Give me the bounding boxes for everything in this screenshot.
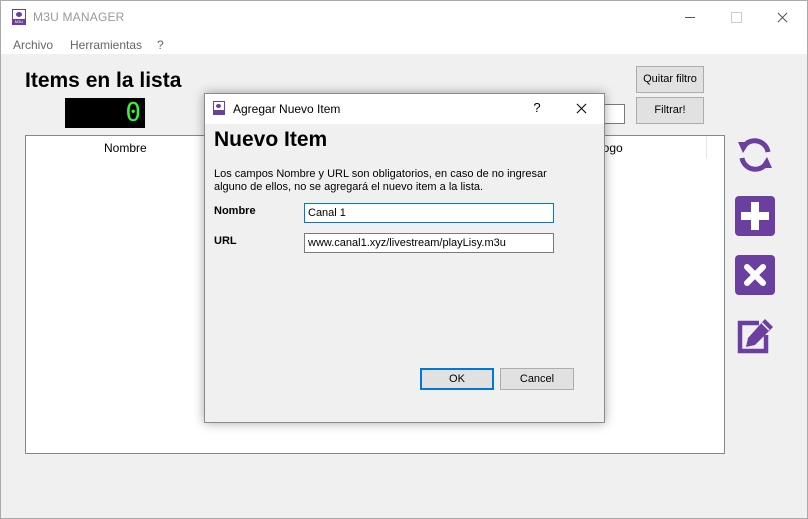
- menu-help[interactable]: ?: [157, 38, 164, 52]
- dialog-description: Los campos Nombre y URL son obligatorios…: [214, 168, 547, 193]
- dialog-heading: Nuevo Item: [214, 128, 328, 151]
- title-bar: M3U MANAGER: [1, 1, 807, 34]
- dialog-title-bar: Agregar Nuevo Item ?: [205, 94, 604, 124]
- url-field[interactable]: [304, 233, 554, 253]
- app-logo-icon: [12, 9, 26, 25]
- edit-icon: [737, 319, 773, 354]
- refresh-icon: [738, 138, 772, 172]
- remove-filter-button[interactable]: Quitar filtro: [636, 66, 704, 93]
- apply-filter-button[interactable]: Filtrar!: [636, 97, 704, 124]
- add-item-dialog: Agregar Nuevo Item ? Nuevo Item Los camp…: [204, 93, 605, 423]
- dialog-close-button[interactable]: [567, 94, 597, 124]
- page-title: Items en la lista: [25, 69, 182, 92]
- menu-archivo[interactable]: Archivo: [13, 38, 53, 52]
- maximize-button[interactable]: [713, 1, 759, 34]
- dialog-title: Agregar Nuevo Item: [233, 102, 341, 116]
- ok-button[interactable]: OK: [420, 368, 494, 390]
- column-header-nombre[interactable]: Nombre: [104, 141, 147, 155]
- delete-icon: [744, 264, 766, 286]
- name-label: Nombre: [214, 205, 256, 217]
- add-icon: [741, 202, 769, 230]
- menu-herramientas[interactable]: Herramientas: [70, 38, 142, 52]
- minimize-button[interactable]: [667, 1, 713, 34]
- dialog-app-icon: [213, 101, 225, 115]
- dialog-help-button[interactable]: ?: [525, 100, 549, 115]
- url-label: URL: [214, 235, 237, 247]
- menu-bar: Archivo Herramientas ?: [1, 34, 807, 54]
- refresh-button[interactable]: [735, 135, 775, 175]
- window-title: M3U MANAGER: [33, 10, 125, 24]
- item-counter-display: 0: [65, 98, 145, 128]
- delete-item-button[interactable]: [735, 255, 775, 295]
- close-window-button[interactable]: [759, 1, 805, 34]
- column-divider: [706, 136, 707, 159]
- edit-item-button[interactable]: [735, 315, 775, 355]
- cancel-button[interactable]: Cancel: [500, 368, 574, 390]
- item-counter-value: 0: [125, 98, 141, 128]
- add-item-button[interactable]: [735, 196, 775, 236]
- name-field[interactable]: [304, 203, 554, 223]
